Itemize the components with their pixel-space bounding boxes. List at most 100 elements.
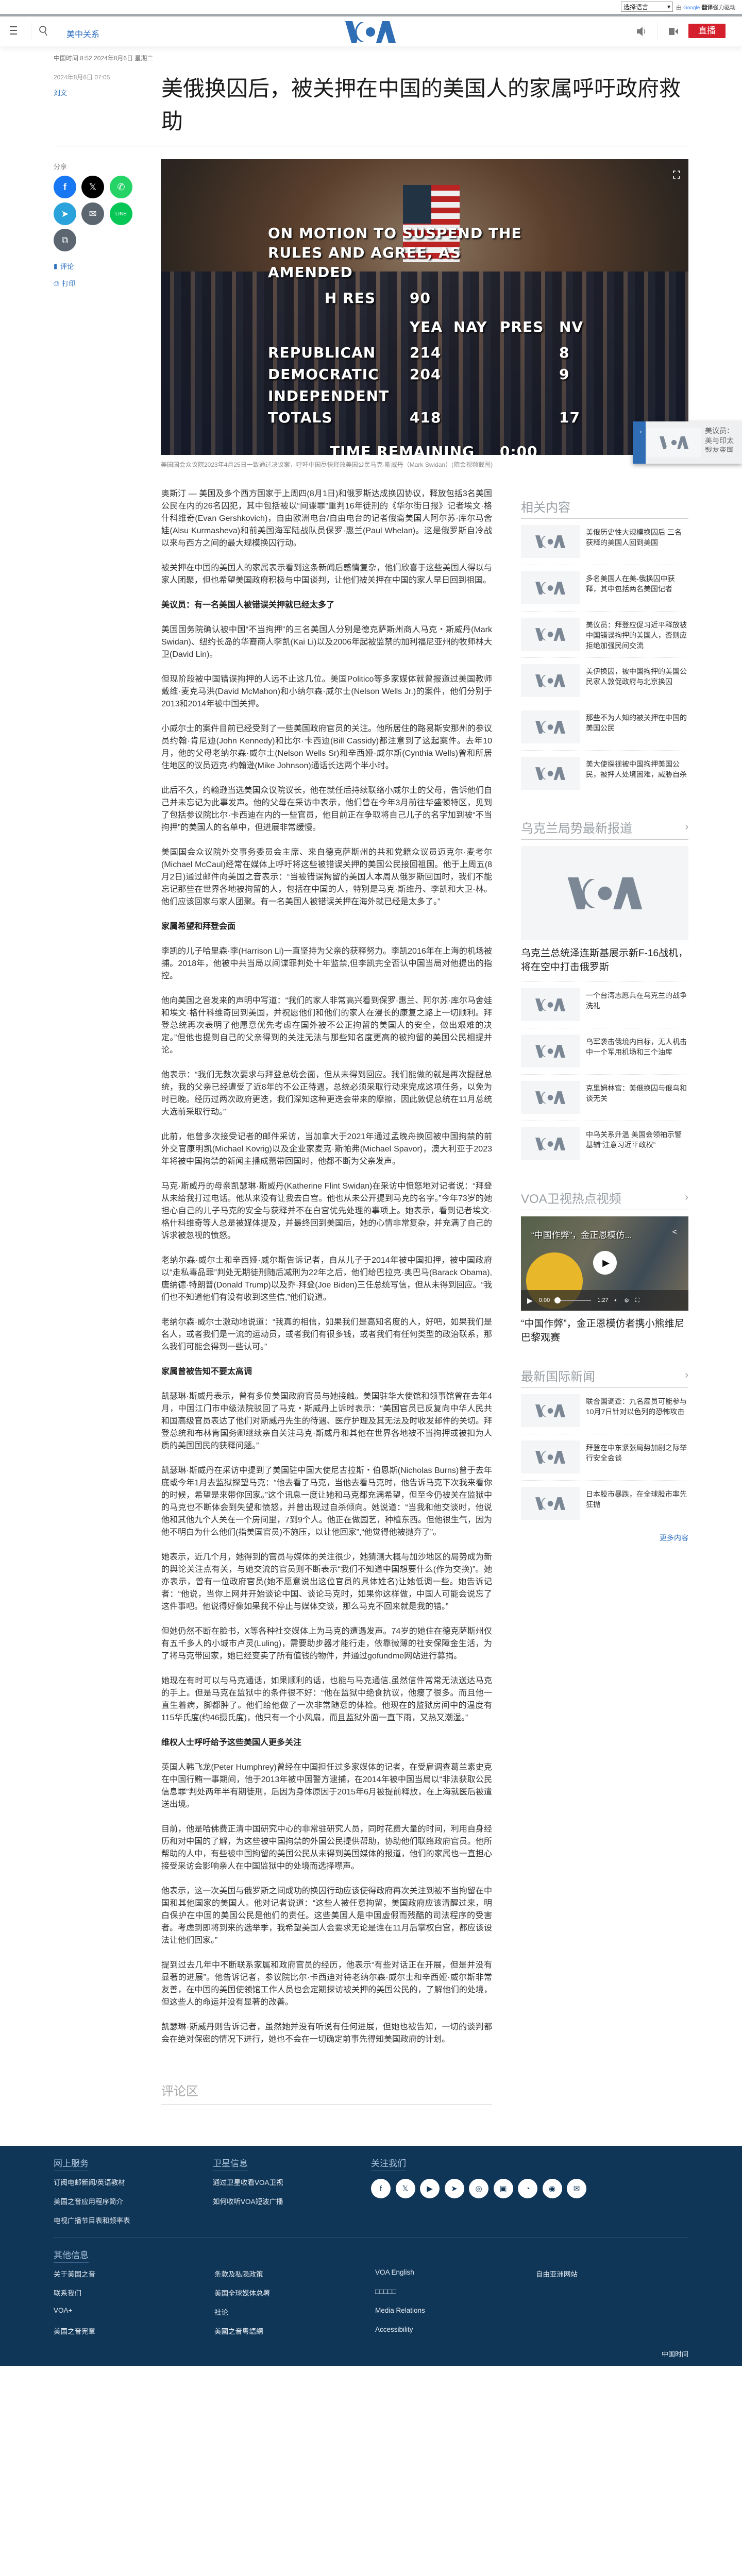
social-email-button[interactable]: ✉ [567, 2179, 586, 2198]
list-item[interactable]: 美大使探视被中国拘押美国公民，被押人处境困难，威胁自杀 [521, 757, 688, 796]
play-button[interactable]: ▶ [593, 1251, 617, 1275]
paragraph: 他表示：“我们无数次要求与拜登总统会面，但从未得到回应。我们能做的就是再次提醒总… [161, 1071, 492, 1116]
video-progress-slider[interactable] [554, 1297, 592, 1303]
list-item[interactable]: 乌军袭击俄境内目标，无人机击中一个军用机场和三个油库 [521, 1035, 688, 1075]
more-content-link[interactable]: 更多内容 [521, 1533, 688, 1543]
social-instagram-button[interactable]: ◎ [469, 2179, 488, 2198]
chevron-right-icon: › [685, 821, 688, 833]
settings-icon[interactable]: ⚙ [624, 1297, 629, 1304]
share-line-button[interactable]: LINE [110, 202, 132, 225]
footer: 网上服务 订阅电邮新闻/英语教材 美国之音应用程序简介 电视广播节目表和频率表 … [0, 2146, 742, 2366]
intl-heading[interactable]: 最新国际新闻 › [521, 1366, 688, 1388]
list-item-title: 美大使探视被中国拘押美国公民，被押人处境困难，威胁自杀 [586, 760, 687, 778]
thumbnail [521, 710, 580, 743]
copy-link-button[interactable]: ⧉ [54, 229, 76, 251]
list-item[interactable]: 联合国调查：九名雇员可能参与10月7日针对以色列的恐怖攻击 [521, 1394, 688, 1434]
comment-link[interactable]: ▮ 评论 [54, 261, 74, 271]
footer-link[interactable]: Media Relations [375, 2307, 425, 2314]
video-player[interactable]: “中国作弊”，金正恩模仿... < ▶ ▶ 0:00 1:27 🔈︎ ⚙ ⛶ [521, 1216, 688, 1311]
video-title[interactable]: “中国作弊”，金正恩模仿者携小熊维尼巴黎观赛 [521, 1317, 688, 1345]
dateline: 中国时间 8:52 2024年8月6日 星期二 [54, 55, 154, 62]
share-icon[interactable]: < [672, 1228, 677, 1237]
footer-link[interactable]: 美国之音宪章 [54, 2326, 95, 2336]
footer-link[interactable]: 自由亚洲网站 [536, 2268, 578, 2279]
footer-link[interactable]: Accessibility [375, 2326, 413, 2333]
video-icon[interactable] [668, 26, 679, 37]
image-caption: 美国国会众议院2023年4月25日一致通过决议案，呼吁中国尽快释放美国公民马克·… [161, 461, 493, 468]
thumbnail [647, 428, 701, 457]
social-x-button[interactable]: 𝕏 [395, 2179, 415, 2198]
paragraph: 凯瑟琳·斯威丹在采访中提到了美国驻中国大使尼古拉斯・伯恩斯(Nicholas B… [161, 1466, 492, 1537]
social-telegram-button[interactable]: ➤ [444, 2179, 464, 2198]
share-facebook-button[interactable]: f [54, 176, 76, 198]
list-item[interactable]: 美议员：拜登应促习近平释放被中国错误拘押的美国人，否则应拒绝加强民间交流 [521, 618, 688, 658]
tally-col: PRES [500, 318, 544, 335]
footer-link[interactable]: 美国之音应用程序简介 [54, 2196, 123, 2206]
voa-placeholder-icon [535, 1091, 565, 1104]
social-app-button[interactable]: ▣ [493, 2179, 513, 2198]
section-link[interactable]: 美中关系 [66, 27, 99, 40]
language-select[interactable]: 选择语言 ▾ [621, 2, 673, 12]
list-item[interactable]: 一个台湾志愿兵在乌克兰的战争洗礼 [521, 988, 688, 1028]
footer-link[interactable]: 关于美国之音 [54, 2268, 95, 2279]
ukraine-list: 一个台湾志愿兵在乌克兰的战争洗礼乌军袭击俄境内目标，无人机击中一个军用机场和三个… [521, 981, 688, 1167]
footer-link[interactable]: 联系我们 [54, 2287, 81, 2298]
podcast-icon: ◉ [548, 2184, 556, 2193]
video-heading[interactable]: VOA卫视热点视频 › [521, 1189, 688, 1210]
share-x-button[interactable]: 𝕏 [81, 176, 104, 198]
paragraph: 马克·斯威丹的母亲凯瑟琳·斯威丹(Katherine Flint Swidan)… [161, 1182, 492, 1240]
app-icon: ▣ [499, 2184, 507, 2193]
list-item-title: 乌军袭击俄境内目标，无人机击中一个军用机场和三个油库 [586, 1038, 687, 1056]
footer-link[interactable]: 社论 [214, 2307, 228, 2317]
live-button[interactable]: 直播 [688, 24, 726, 38]
play-icon[interactable]: ▶ [527, 1296, 533, 1305]
voa-logo[interactable] [345, 21, 396, 43]
menu-icon[interactable] [10, 26, 19, 36]
voa-placeholder-icon [535, 674, 565, 687]
volume-icon[interactable]: 🔈︎ [615, 1297, 618, 1304]
fullscreen-icon[interactable] [673, 171, 680, 179]
list-item[interactable]: 拜登在中东紧张局势加剧之际举行安全会谈 [521, 1440, 688, 1481]
social-rss-button[interactable]: ◔ [518, 2179, 537, 2198]
footer-link[interactable]: 美国全球媒体总署 [214, 2287, 270, 2298]
voa-placeholder-icon [535, 767, 565, 780]
footer-link[interactable]: VOA English [375, 2268, 414, 2276]
author-link[interactable]: 刘文 [54, 88, 67, 97]
ukraine-lead-image[interactable] [521, 846, 688, 940]
share-whatsapp-button[interactable]: ✆ [110, 176, 132, 198]
thumbnail [521, 1081, 580, 1114]
footer-link[interactable]: 如何收听VOA短波广播 [213, 2196, 283, 2206]
list-item[interactable]: 美伊换囚，被中国拘押的美国公民家人敦促政府与北京换囚 [521, 664, 688, 704]
footer-link[interactable]: 订阅电邮新闻/英语教材 [54, 2177, 125, 2187]
search-icon[interactable] [39, 25, 48, 37]
social-youtube-button[interactable]: ▶ [420, 2179, 440, 2198]
share-email-button[interactable]: ✉ [81, 202, 104, 225]
list-item[interactable]: 美俄历史性大规模换囚后 三名获释的美国人回到美国 [521, 525, 688, 565]
footer-link[interactable]: 条款及私隐政策 [214, 2268, 263, 2279]
list-item[interactable]: 克里姆林宫：美俄换囚与俄乌和谈无关 [521, 1081, 688, 1121]
footer-link[interactable]: 美國之音粵語網 [214, 2326, 263, 2336]
footer-link[interactable]: 电视广播节目表和频率表 [54, 2215, 130, 2225]
footer-link[interactable]: 通过卫星收看VOA卫视 [213, 2177, 283, 2187]
paragraph: 美国国会众议院外交事务委员会主席、来自德克萨斯州的共和党籍众议员迈克尔·麦考尔(… [161, 848, 492, 906]
social-podcast-button[interactable]: ◉ [542, 2179, 562, 2198]
list-item[interactable]: 那些不为人知的被关押在中国的美国公民 [521, 710, 688, 751]
next-article-popup[interactable]: → 美议员：美与印太盟友变国际准则 [633, 421, 742, 464]
print-link[interactable]: ⎙ 打印 [54, 278, 75, 288]
x-icon: 𝕏 [89, 181, 97, 192]
ukraine-heading[interactable]: 乌克兰局势最新报道 › [521, 818, 688, 840]
footer-link[interactable]: VOA+ [54, 2307, 72, 2314]
divider [54, 2237, 688, 2238]
list-item[interactable]: 多名美国人在美-俄换囚中获释，其中包括两名美国记者 [521, 571, 688, 612]
chevron-right-icon: › [685, 1369, 688, 1381]
audio-icon[interactable] [636, 25, 647, 38]
fullscreen-icon[interactable]: ⛶ [635, 1297, 639, 1304]
footer-link[interactable]: □□□□□ [375, 2287, 396, 2295]
ukraine-lead-title[interactable]: 乌克兰总统泽连斯基展示新F-16战机，将在空中打击俄罗斯 [521, 946, 688, 974]
footer-heading-online: 网上服务 [54, 2156, 89, 2171]
list-item[interactable]: 日本股市暴跌，在全球股市率先狂抛 [521, 1487, 688, 1527]
list-item-title: 中乌关系升温 美国会领袖示警基辅“注意习近平政权” [586, 1130, 682, 1149]
list-item[interactable]: 中乌关系升温 美国会领袖示警基辅“注意习近平政权” [521, 1127, 688, 1167]
share-telegram-button[interactable]: ➤ [54, 202, 76, 225]
social-facebook-button[interactable]: f [371, 2179, 391, 2198]
